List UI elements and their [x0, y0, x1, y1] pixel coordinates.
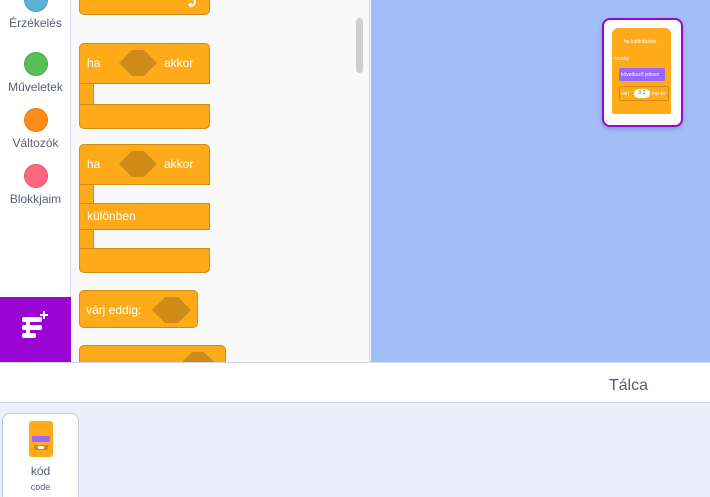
category-operators[interactable]: Műveletek [0, 52, 71, 94]
block-palette[interactable]: ha akkor ha akkor különben várj eddig: [71, 0, 370, 362]
loop-arrow-icon [188, 0, 196, 8]
backpack-item-type: code [30, 482, 51, 492]
backpack-item-name: kód [30, 464, 51, 478]
then-label: akkor [164, 157, 194, 171]
if-then-foot[interactable] [79, 104, 210, 129]
operators-color-dot [23, 52, 48, 76]
then-label: akkor [164, 56, 194, 70]
category-my-blocks[interactable]: Blokkjaim [0, 164, 71, 206]
sprite-code-preview[interactable]: ha kattintáskor mindig következő jelmez … [602, 18, 683, 127]
preview-looks-block: következő jelmez [619, 68, 665, 81]
preview-next-costume-label: következő jelmez [621, 72, 660, 78]
category-menu: Érzékelés Műveletek Változók Blokkjaim [0, 0, 71, 297]
variables-color-dot [23, 108, 48, 132]
if-then-arm[interactable] [79, 84, 94, 104]
condition-slot[interactable] [179, 352, 217, 362]
if-label: ha [87, 157, 101, 171]
add-extension-button[interactable] [0, 297, 71, 362]
if-label: ha [87, 56, 101, 70]
backpack-list [0, 403, 710, 497]
backpack-title: Tálca [608, 377, 648, 394]
code-thumbnail-icon [29, 421, 53, 457]
category-variables[interactable]: Változók [0, 108, 71, 150]
preview-forever-label: mindig [614, 56, 629, 62]
control-block-partial-bottom[interactable] [79, 345, 226, 362]
preview-script: ha kattintáskor mindig következő jelmez … [612, 28, 671, 114]
sensing-color-dot [23, 0, 48, 12]
if-else-arm-2[interactable] [79, 230, 94, 248]
palette-scrollbar[interactable] [356, 18, 363, 73]
if-else-arm-1[interactable] [79, 185, 94, 203]
preview-hat-label: ha kattintáskor [624, 39, 657, 45]
my-blocks-color-dot [23, 164, 48, 188]
preview-wait-block: várj 0.2 mp-et [619, 86, 669, 101]
backpack-header[interactable]: Tálca [0, 362, 710, 403]
add-extension-icon [22, 311, 48, 338]
if-else-foot[interactable] [79, 248, 210, 273]
preview-wait-prefix: várj [621, 91, 630, 97]
category-label: Érzékelés [9, 16, 62, 30]
backpack-item[interactable]: kód code [2, 413, 79, 497]
preview-wait-value: 0.2 [634, 89, 650, 98]
wait-until-label: várj eddig: [86, 303, 142, 317]
category-label: Blokkjaim [9, 192, 62, 206]
else-label: különben [87, 209, 136, 223]
preview-wait-suffix: mp-et [652, 91, 665, 97]
category-label: Műveletek [8, 80, 63, 94]
control-block-partial[interactable] [79, 0, 210, 15]
category-label: Változók [12, 136, 59, 150]
category-sensing[interactable]: Érzékelés [0, 0, 71, 30]
